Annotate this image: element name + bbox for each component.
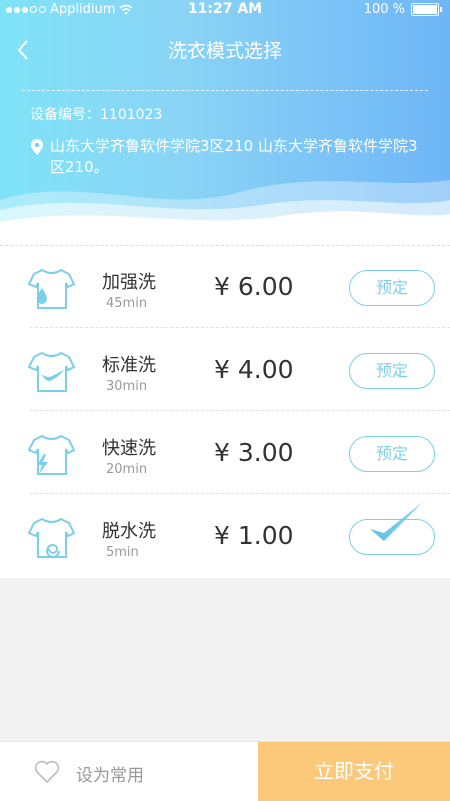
battery-percent: 100 % (363, 2, 405, 17)
reserve-button[interactable]: 预定 (349, 353, 435, 389)
location-pin-icon (31, 139, 43, 155)
mode-price: ¥ 4.00 (214, 355, 294, 384)
header-divider (22, 90, 428, 91)
status-right: 100 % (364, 2, 442, 17)
reserve-button[interactable]: 预定 (349, 436, 435, 472)
shirt-spin-icon (27, 517, 76, 558)
mode-row[interactable]: 标准洗 30min ¥ 4.00 预定 (0, 329, 450, 411)
mode-duration: 30min (106, 379, 148, 394)
mode-row[interactable]: 脱水洗 5min ¥ 1.00 (0, 495, 450, 577)
mode-duration: 45min (106, 296, 148, 311)
nav-bar: 洗衣模式选择 (0, 28, 450, 72)
pay-now-button[interactable]: 立即支付 (258, 742, 450, 801)
device-id: 设备编号：1101023 (30, 107, 163, 123)
mode-name: 快速洗 (102, 438, 156, 459)
mode-duration: 5min (106, 545, 139, 560)
battery-icon (411, 3, 439, 16)
page-title: 洗衣模式选择 (167, 40, 282, 62)
bottom-bar: 设为常用 立即支付 (0, 741, 450, 801)
header-wave (0, 180, 450, 245)
mode-price: ¥ 1.00 (214, 521, 294, 550)
mode-price: ¥ 6.00 (214, 272, 294, 301)
heart-icon (34, 760, 60, 784)
mode-name: 加强洗 (102, 272, 156, 293)
mode-row[interactable]: 快速洗 20min ¥ 3.00 预定 (0, 412, 450, 494)
reserve-button[interactable]: 预定 (349, 270, 435, 306)
shirt-check-icon (27, 351, 76, 392)
shirt-water-drop-icon (27, 268, 76, 309)
mode-name: 标准洗 (102, 355, 156, 376)
favorite-label: 设为常用 (76, 766, 144, 786)
status-bar: Applidium 11:27 AM 100 % (0, 0, 450, 20)
mode-row[interactable]: 加强洗 45min ¥ 6.00 预定 (0, 246, 450, 328)
shirt-lightning-icon (27, 434, 76, 475)
header: Applidium 11:27 AM 100 % 洗衣模式选择 设备编号：110… (0, 0, 450, 245)
mode-list: 加强洗 45min ¥ 6.00 预定 标准洗 30min ¥ 4.00 预定 … (0, 245, 450, 578)
mode-duration: 20min (106, 462, 148, 477)
mode-name: 脱水洗 (102, 521, 156, 542)
mode-price: ¥ 3.00 (214, 438, 294, 467)
favorite-toggle[interactable]: 设为常用 (0, 742, 258, 801)
checkmark-icon (370, 501, 424, 541)
